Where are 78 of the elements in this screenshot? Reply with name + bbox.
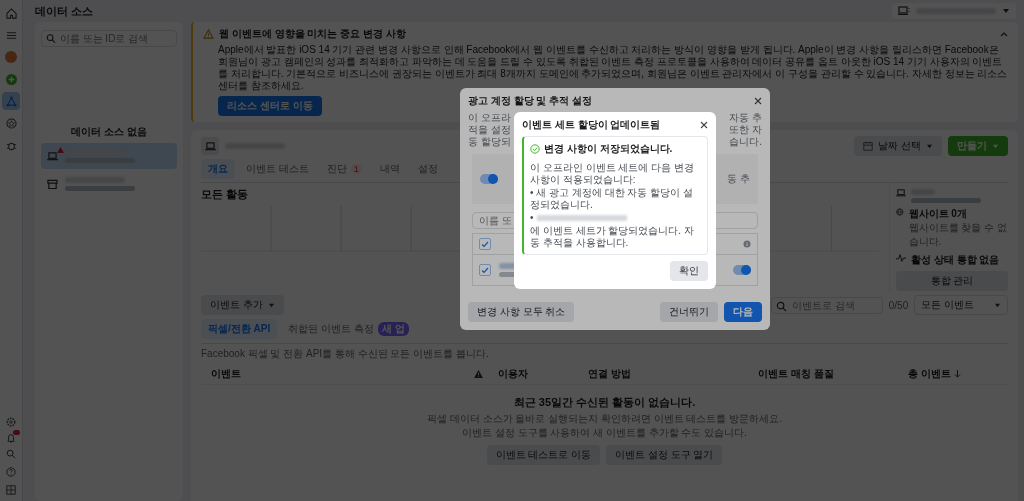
page-title: 데이터 소스 <box>35 3 94 19</box>
skip-button[interactable]: 건너뛰기 <box>660 302 718 322</box>
caret-icon <box>994 302 1001 308</box>
column-header: 이벤트 매칭 품질 <box>758 367 835 381</box>
laptop-icon <box>47 151 58 161</box>
create-button[interactable]: 만들기 <box>948 136 1008 156</box>
collapse-icon[interactable] <box>1000 31 1008 37</box>
data-source-item[interactable] <box>41 143 177 169</box>
network-icon[interactable] <box>5 95 17 107</box>
tab[interactable]: 픽셀/전환 API <box>201 319 278 339</box>
pulse-icon <box>896 253 906 263</box>
warning-icon <box>203 29 214 39</box>
store-icon <box>47 179 58 189</box>
calendar-icon <box>863 141 874 151</box>
caret-icon <box>1002 8 1010 14</box>
close-icon[interactable] <box>754 97 762 105</box>
integration-status: 활성 상태 통합 없음 <box>911 253 1000 267</box>
laptop-icon <box>896 189 906 197</box>
column-header: 이벤트 <box>211 367 242 381</box>
cancel-all-button[interactable]: 변경 사항 모두 취소 <box>468 302 575 322</box>
sort-arrow-icon <box>953 370 961 378</box>
globe-icon <box>896 207 904 217</box>
column-header: 연결 방법 <box>588 367 632 381</box>
dialog-title: 광고 계정 할당 및 추적 설정 <box>468 94 592 108</box>
search-icon[interactable] <box>6 449 16 459</box>
dialog-text: 또한 자 <box>729 124 762 136</box>
caret-icon <box>992 143 999 149</box>
grid-icon[interactable] <box>6 485 16 495</box>
checkbox[interactable] <box>479 264 491 276</box>
warning-icon <box>473 370 483 378</box>
settings-icon[interactable] <box>6 417 16 427</box>
check-circle-icon <box>530 144 540 154</box>
close-icon[interactable] <box>700 121 708 129</box>
event-filter-dropdown[interactable]: 모든 이벤트 <box>914 295 1008 315</box>
confirm-button[interactable]: 확인 <box>670 261 708 281</box>
help-icon[interactable] <box>6 467 16 477</box>
dialog-title: 이벤트 세트 할당이 업데이트됨 <box>522 118 661 132</box>
tab[interactable]: 개요 <box>201 159 235 179</box>
add-icon[interactable] <box>5 73 17 85</box>
next-button[interactable]: 다음 <box>724 302 762 322</box>
checkbox[interactable] <box>479 238 491 250</box>
info-icon <box>743 240 751 248</box>
websites-count: 웹사이트 0개 <box>908 207 968 221</box>
option-text: 동 추 <box>727 172 750 186</box>
banner-title: 웹 이벤트에 영향을 미치는 중요 변경 사항 <box>219 27 406 41</box>
star-circle-icon[interactable] <box>5 117 17 129</box>
resource-center-button[interactable]: 리소스 센터로 이동 <box>218 96 322 116</box>
bullet-text: • 새 광고 계정에 대한 자동 할당이 설정되었습니다. <box>530 187 694 211</box>
dialog-text: 적을 설정 <box>468 124 511 136</box>
column-header: 이용자 <box>498 367 529 381</box>
home-icon[interactable] <box>5 7 17 19</box>
dialog-text: 자동 추 <box>729 112 762 124</box>
menu-icon[interactable] <box>5 29 17 41</box>
dialog-text: 습니다. <box>729 136 762 148</box>
dialog-text: 이 오프라 <box>468 112 511 124</box>
avatar-icon[interactable] <box>5 51 17 63</box>
success-text: 이 오프라인 이벤트 세트에 다음 변경 사항이 적용되었습니다: <box>530 162 695 186</box>
toggle-switch[interactable] <box>733 265 751 275</box>
section-title: 모든 활동 <box>201 187 249 202</box>
toggle-switch[interactable] <box>480 174 498 184</box>
empty-state-title: 최근 35일간 수신된 활동이 없습니다. <box>513 395 696 410</box>
dialog-text: 동 할당되 <box>468 136 511 148</box>
blurred-text <box>65 186 135 191</box>
blurred-text <box>911 198 981 203</box>
bell-icon[interactable] <box>6 433 16 443</box>
column-header[interactable]: 총 이벤트 <box>908 367 998 381</box>
laptop-icon <box>201 137 219 155</box>
caret-icon <box>926 143 933 149</box>
blurred-text <box>65 149 125 155</box>
caret-icon <box>267 302 275 308</box>
empty-label: 데이터 소스 없음 <box>70 125 148 139</box>
bullet-mark: • <box>530 212 534 224</box>
monitor-icon <box>898 6 910 16</box>
search-icon <box>46 33 56 44</box>
date-picker-button[interactable]: 날짜 선택 <box>854 136 942 156</box>
account-selector[interactable] <box>892 3 1016 19</box>
success-title: 변경 사항이 저장되었습니다. <box>544 142 673 156</box>
bullet-text: 에 이벤트 세트가 할당되었습니다. 자동 추적을 사용합니다. <box>530 225 695 249</box>
